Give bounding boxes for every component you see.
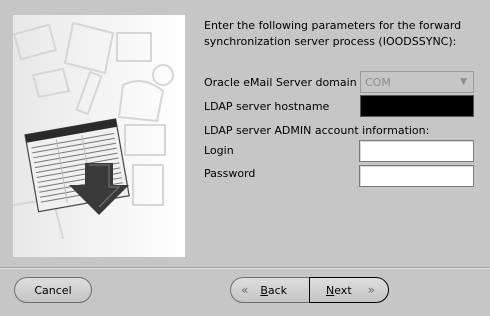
domain-select[interactable]: COM ▼	[360, 71, 474, 93]
footer-divider	[0, 267, 490, 269]
login-field[interactable]	[359, 140, 474, 162]
chevron-double-left-icon: «	[241, 283, 249, 297]
chevron-down-icon: ▼	[460, 77, 467, 87]
domain-value: COM	[365, 76, 391, 89]
intro-text: Enter the following parameters for the f…	[204, 19, 462, 48]
wizard-illustration	[13, 15, 185, 257]
back-button[interactable]: « Back	[230, 277, 310, 303]
cancel-button-label: Cancel	[34, 283, 72, 297]
password-label: Password	[204, 167, 256, 180]
cancel-button[interactable]: Cancel	[14, 277, 92, 303]
ldap-hostname-field[interactable]	[360, 95, 474, 117]
login-label: Login	[204, 144, 234, 157]
password-field[interactable]	[359, 165, 474, 187]
admin-account-label: LDAP server ADMIN account information:	[204, 124, 430, 137]
domain-label: Oracle eMail Server domain	[204, 76, 357, 89]
back-button-label: Back	[260, 283, 288, 297]
ldap-hostname-label: LDAP server hostname	[204, 100, 330, 113]
next-button[interactable]: Next »	[309, 277, 389, 303]
next-button-label: Next	[326, 283, 352, 297]
chevron-double-right-icon: »	[367, 283, 375, 297]
